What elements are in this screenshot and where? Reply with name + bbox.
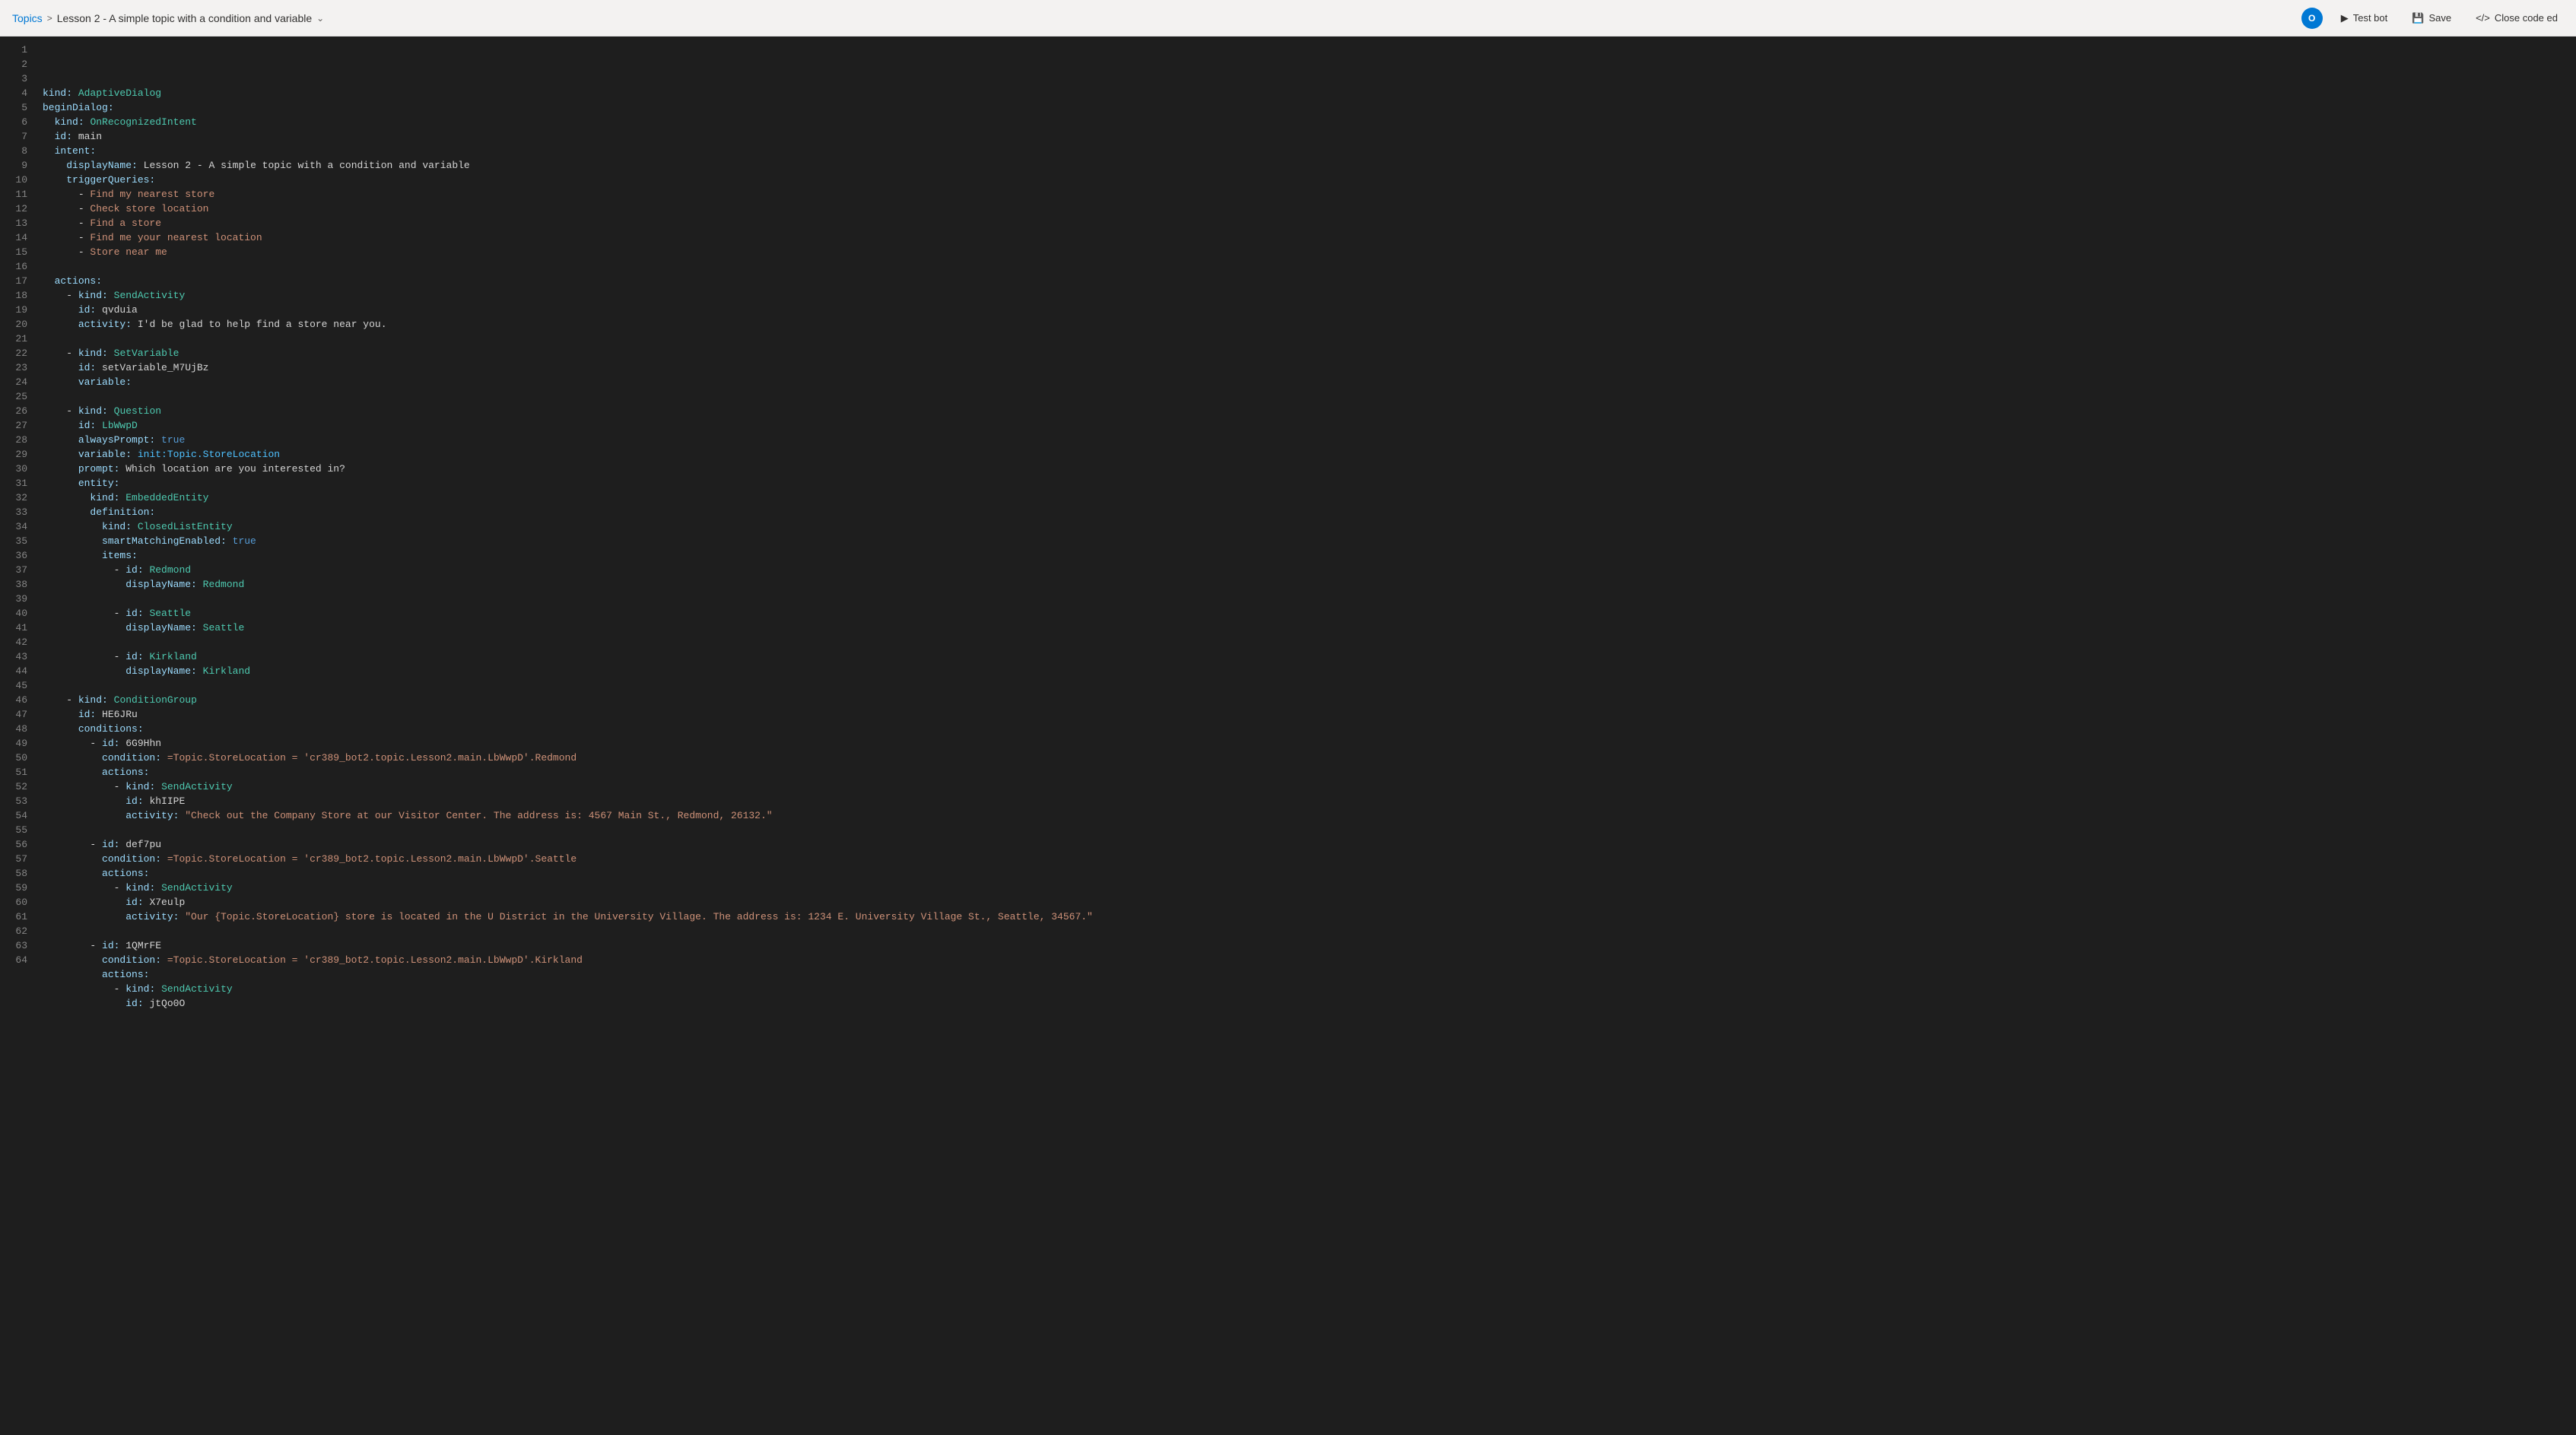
code-line: activity: I'd be glad to help find a sto… (43, 317, 2576, 332)
code-line: - Find a store (43, 216, 2576, 230)
code-editor: 1234567891011121314151617181920212223242… (0, 37, 2576, 1435)
code-line: smartMatchingEnabled: true (43, 534, 2576, 548)
code-line: - id: 6G9Hhn (43, 736, 2576, 751)
code-line: condition: =Topic.StoreLocation = 'cr389… (43, 852, 2576, 866)
code-line: - Check store location (43, 202, 2576, 216)
code-line: actions: (43, 765, 2576, 779)
code-line: kind: AdaptiveDialog (43, 86, 2576, 100)
code-line (43, 823, 2576, 837)
code-line: id: HE6JRu (43, 707, 2576, 722)
code-line: actions: (43, 866, 2576, 881)
chevron-down-icon[interactable]: ⌄ (316, 13, 324, 24)
save-button[interactable]: 💾 Save (2406, 9, 2457, 27)
code-line: id: LbWwpD (43, 418, 2576, 433)
code-line: - id: def7pu (43, 837, 2576, 852)
code-line: actions: (43, 274, 2576, 288)
code-line: actions: (43, 967, 2576, 982)
code-line: triggerQueries: (43, 173, 2576, 187)
code-line (43, 259, 2576, 274)
header: Topics > Lesson 2 - A simple topic with … (0, 0, 2576, 37)
code-line: displayName: Seattle (43, 621, 2576, 635)
code-line: condition: =Topic.StoreLocation = 'cr389… (43, 751, 2576, 765)
close-code-label: Close code ed (2495, 12, 2558, 24)
code-line: - Find my nearest store (43, 187, 2576, 202)
header-actions: O ▶ Test bot 💾 Save </> Close code ed (2301, 8, 2564, 29)
code-line: items: (43, 548, 2576, 563)
code-line: alwaysPrompt: true (43, 433, 2576, 447)
code-line (43, 678, 2576, 693)
test-bot-button[interactable]: ▶ Test bot (2335, 9, 2394, 27)
close-code-editor-button[interactable]: </> Close code ed (2470, 9, 2564, 27)
code-line: - Find me your nearest location (43, 230, 2576, 245)
code-content[interactable]: kind: AdaptiveDialogbeginDialog: kind: O… (37, 37, 2576, 1435)
code-line: - kind: Question (43, 404, 2576, 418)
code-line: id: X7eulp (43, 895, 2576, 910)
code-line: intent: (43, 144, 2576, 158)
code-line: beginDialog: (43, 100, 2576, 115)
code-line: - kind: SendActivity (43, 288, 2576, 303)
code-line: kind: EmbeddedEntity (43, 491, 2576, 505)
code-line: - kind: SendActivity (43, 779, 2576, 794)
breadcrumb: Topics > Lesson 2 - A simple topic with … (12, 12, 324, 24)
code-line: displayName: Kirkland (43, 664, 2576, 678)
code-line: - Store near me (43, 245, 2576, 259)
code-line (43, 924, 2576, 938)
test-bot-label: Test bot (2353, 12, 2388, 24)
breadcrumb-topics-link[interactable]: Topics (12, 12, 43, 24)
code-line: - kind: SendActivity (43, 881, 2576, 895)
code-line: activity: "Our {Topic.StoreLocation} sto… (43, 910, 2576, 924)
code-line: - id: Redmond (43, 563, 2576, 577)
code-line: - kind: ConditionGroup (43, 693, 2576, 707)
code-line (43, 592, 2576, 606)
code-line: id: jtQo0O (43, 996, 2576, 1011)
code-line: - kind: SendActivity (43, 982, 2576, 996)
code-line: kind: OnRecognizedIntent (43, 115, 2576, 129)
code-line: - id: 1QMrFE (43, 938, 2576, 953)
code-line: id: khIIPE (43, 794, 2576, 808)
code-line: activity: "Check out the Company Store a… (43, 808, 2576, 823)
code-line: displayName: Redmond (43, 577, 2576, 592)
code-line: prompt: Which location are you intereste… (43, 462, 2576, 476)
save-icon: 💾 (2412, 12, 2424, 24)
code-line: entity: (43, 476, 2576, 491)
code-line: - kind: SetVariable (43, 346, 2576, 360)
code-line (43, 635, 2576, 649)
test-bot-icon: ▶ (2341, 12, 2349, 24)
code-line: conditions: (43, 722, 2576, 736)
code-line (43, 389, 2576, 404)
code-line: id: setVariable_M7UjBz (43, 360, 2576, 375)
code-line: variable: init:Topic.StoreLocation (43, 447, 2576, 462)
line-numbers: 1234567891011121314151617181920212223242… (0, 37, 37, 1435)
code-line: id: qvduia (43, 303, 2576, 317)
code-line: displayName: Lesson 2 - A simple topic w… (43, 158, 2576, 173)
breadcrumb-separator: > (47, 13, 52, 24)
avatar: O (2301, 8, 2323, 29)
breadcrumb-current-topic: Lesson 2 - A simple topic with a conditi… (57, 12, 312, 24)
code-line: variable: (43, 375, 2576, 389)
code-line: condition: =Topic.StoreLocation = 'cr389… (43, 953, 2576, 967)
code-line: - id: Kirkland (43, 649, 2576, 664)
code-line: - id: Seattle (43, 606, 2576, 621)
code-line: id: main (43, 129, 2576, 144)
save-label: Save (2428, 12, 2451, 24)
code-line: definition: (43, 505, 2576, 519)
code-line (43, 332, 2576, 346)
code-line: kind: ClosedListEntity (43, 519, 2576, 534)
close-code-icon: </> (2476, 12, 2490, 24)
